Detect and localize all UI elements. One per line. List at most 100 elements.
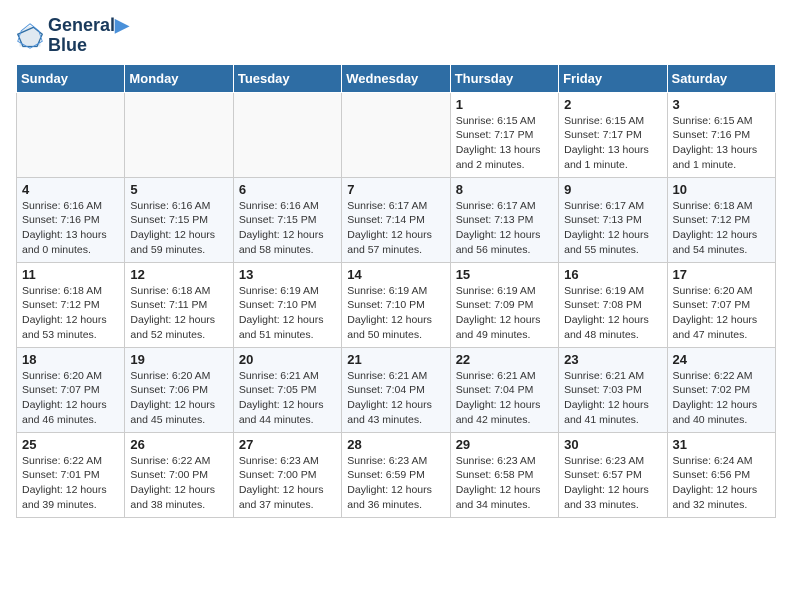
logo-text: General▶ Blue [48,16,129,56]
day-of-week-header: Monday [125,64,233,92]
calendar-day-cell: 6 Sunrise: 6:16 AM Sunset: 7:15 PM Daylig… [233,177,341,262]
calendar-week-row: 4 Sunrise: 6:16 AM Sunset: 7:16 PM Daylig… [17,177,776,262]
day-number: 2 [564,97,661,112]
day-info: Sunrise: 6:20 AM Sunset: 7:07 PM Dayligh… [22,369,119,428]
day-number: 7 [347,182,444,197]
calendar-day-cell: 8 Sunrise: 6:17 AM Sunset: 7:13 PM Daylig… [450,177,558,262]
day-info: Sunrise: 6:22 AM Sunset: 7:00 PM Dayligh… [130,454,227,513]
calendar-week-row: 25 Sunrise: 6:22 AM Sunset: 7:01 PM Dayli… [17,432,776,517]
calendar-table: SundayMondayTuesdayWednesdayThursdayFrid… [16,64,776,518]
day-number: 22 [456,352,553,367]
calendar-week-row: 18 Sunrise: 6:20 AM Sunset: 7:07 PM Dayli… [17,347,776,432]
day-info: Sunrise: 6:20 AM Sunset: 7:06 PM Dayligh… [130,369,227,428]
day-number: 11 [22,267,119,282]
day-of-week-header: Saturday [667,64,775,92]
day-info: Sunrise: 6:18 AM Sunset: 7:11 PM Dayligh… [130,284,227,343]
day-number: 8 [456,182,553,197]
calendar-day-cell [342,92,450,177]
calendar-day-cell: 27Sunrise: 6:23 AM Sunset: 7:00 PM Dayli… [233,432,341,517]
calendar-day-cell: 26 Sunrise: 6:22 AM Sunset: 7:00 PM Dayli… [125,432,233,517]
day-info: Sunrise: 6:21 AM Sunset: 7:04 PM Dayligh… [347,369,444,428]
day-number: 27 [239,437,336,452]
day-info: Sunrise: 6:24 AM Sunset: 6:56 PM Dayligh… [673,454,770,513]
calendar-day-cell: 29 Sunrise: 6:23 AM Sunset: 6:58 PM Dayli… [450,432,558,517]
calendar-day-cell: 15 Sunrise: 6:19 AM Sunset: 7:09 PM Dayli… [450,262,558,347]
calendar-day-cell: 18 Sunrise: 6:20 AM Sunset: 7:07 PM Dayli… [17,347,125,432]
day-number: 21 [347,352,444,367]
day-info: Sunrise: 6:23 AM Sunset: 6:59 PM Dayligh… [347,454,444,513]
day-number: 16 [564,267,661,282]
day-number: 6 [239,182,336,197]
calendar-day-cell: 12 Sunrise: 6:18 AM Sunset: 7:11 PM Dayli… [125,262,233,347]
day-info: Sunrise: 6:18 AM Sunset: 7:12 PM Dayligh… [673,199,770,258]
day-info: Sunrise: 6:21 AM Sunset: 7:04 PM Dayligh… [456,369,553,428]
calendar-day-cell: 13Sunrise: 6:19 AM Sunset: 7:10 PM Dayli… [233,262,341,347]
day-number: 14 [347,267,444,282]
day-of-week-header: Tuesday [233,64,341,92]
calendar-week-row: 11 Sunrise: 6:18 AM Sunset: 7:12 PM Dayli… [17,262,776,347]
day-info: Sunrise: 6:18 AM Sunset: 7:12 PM Dayligh… [22,284,119,343]
day-number: 29 [456,437,553,452]
day-number: 19 [130,352,227,367]
day-number: 4 [22,182,119,197]
calendar-day-cell: 24Sunrise: 6:22 AM Sunset: 7:02 PM Dayli… [667,347,775,432]
calendar-body: 1 Sunrise: 6:15 AM Sunset: 7:17 PM Daylig… [17,92,776,517]
calendar-day-cell [233,92,341,177]
day-number: 3 [673,97,770,112]
logo: General▶ Blue [16,16,129,56]
day-info: Sunrise: 6:21 AM Sunset: 7:03 PM Dayligh… [564,369,661,428]
calendar-day-cell: 31 Sunrise: 6:24 AM Sunset: 6:56 PM Dayli… [667,432,775,517]
day-info: Sunrise: 6:21 AM Sunset: 7:05 PM Dayligh… [239,369,336,428]
day-number: 25 [22,437,119,452]
calendar-day-cell: 19 Sunrise: 6:20 AM Sunset: 7:06 PM Dayli… [125,347,233,432]
day-number: 26 [130,437,227,452]
calendar-day-cell: 16 Sunrise: 6:19 AM Sunset: 7:08 PM Dayli… [559,262,667,347]
day-info: Sunrise: 6:19 AM Sunset: 7:10 PM Dayligh… [239,284,336,343]
day-info: Sunrise: 6:16 AM Sunset: 7:16 PM Dayligh… [22,199,119,258]
day-info: Sunrise: 6:17 AM Sunset: 7:14 PM Dayligh… [347,199,444,258]
day-info: Sunrise: 6:16 AM Sunset: 7:15 PM Dayligh… [239,199,336,258]
calendar-day-cell: 23 Sunrise: 6:21 AM Sunset: 7:03 PM Dayli… [559,347,667,432]
calendar-day-cell: 7 Sunrise: 6:17 AM Sunset: 7:14 PM Daylig… [342,177,450,262]
day-info: Sunrise: 6:19 AM Sunset: 7:08 PM Dayligh… [564,284,661,343]
day-number: 15 [456,267,553,282]
day-info: Sunrise: 6:23 AM Sunset: 6:58 PM Dayligh… [456,454,553,513]
day-of-week-header: Friday [559,64,667,92]
day-info: Sunrise: 6:20 AM Sunset: 7:07 PM Dayligh… [673,284,770,343]
day-number: 31 [673,437,770,452]
day-info: Sunrise: 6:15 AM Sunset: 7:17 PM Dayligh… [456,114,553,173]
day-of-week-header: Thursday [450,64,558,92]
calendar-day-cell: 25 Sunrise: 6:22 AM Sunset: 7:01 PM Dayli… [17,432,125,517]
day-number: 5 [130,182,227,197]
calendar-day-cell: 4 Sunrise: 6:16 AM Sunset: 7:16 PM Daylig… [17,177,125,262]
day-number: 9 [564,182,661,197]
calendar-day-cell: 11 Sunrise: 6:18 AM Sunset: 7:12 PM Dayli… [17,262,125,347]
day-number: 1 [456,97,553,112]
calendar-day-cell [17,92,125,177]
calendar-day-cell [125,92,233,177]
day-info: Sunrise: 6:15 AM Sunset: 7:16 PM Dayligh… [673,114,770,173]
day-number: 10 [673,182,770,197]
calendar-day-cell: 17 Sunrise: 6:20 AM Sunset: 7:07 PM Dayli… [667,262,775,347]
day-of-week-header: Sunday [17,64,125,92]
calendar-day-cell: 2Sunrise: 6:15 AM Sunset: 7:17 PM Daylig… [559,92,667,177]
day-info: Sunrise: 6:19 AM Sunset: 7:10 PM Dayligh… [347,284,444,343]
day-number: 17 [673,267,770,282]
day-info: Sunrise: 6:17 AM Sunset: 7:13 PM Dayligh… [564,199,661,258]
page-header: General▶ Blue [16,16,776,56]
day-info: Sunrise: 6:17 AM Sunset: 7:13 PM Dayligh… [456,199,553,258]
day-number: 12 [130,267,227,282]
logo-icon [16,22,44,50]
calendar-day-cell: 5 Sunrise: 6:16 AM Sunset: 7:15 PM Daylig… [125,177,233,262]
calendar-day-cell: 1 Sunrise: 6:15 AM Sunset: 7:17 PM Daylig… [450,92,558,177]
calendar-day-cell: 28Sunrise: 6:23 AM Sunset: 6:59 PM Dayli… [342,432,450,517]
day-info: Sunrise: 6:22 AM Sunset: 7:01 PM Dayligh… [22,454,119,513]
calendar-day-cell: 9 Sunrise: 6:17 AM Sunset: 7:13 PM Daylig… [559,177,667,262]
day-number: 23 [564,352,661,367]
day-info: Sunrise: 6:16 AM Sunset: 7:15 PM Dayligh… [130,199,227,258]
day-info: Sunrise: 6:19 AM Sunset: 7:09 PM Dayligh… [456,284,553,343]
day-number: 24 [673,352,770,367]
day-number: 30 [564,437,661,452]
day-number: 18 [22,352,119,367]
day-number: 20 [239,352,336,367]
